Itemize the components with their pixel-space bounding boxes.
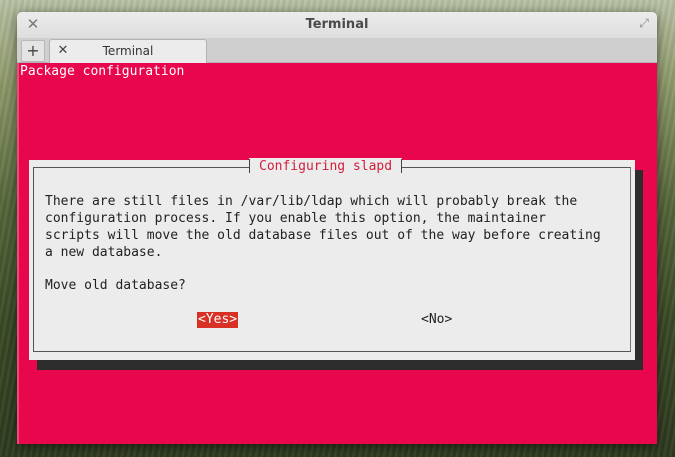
- new-tab-button[interactable]: +: [21, 40, 45, 62]
- maximize-icon[interactable]: ⤢: [637, 16, 651, 30]
- window-title: Terminal: [305, 17, 369, 32]
- terminal-window: ✕ Terminal ⤢ + ✕ Terminal Package config…: [17, 12, 657, 444]
- no-button[interactable]: <No>: [421, 312, 452, 328]
- tab-label: Terminal: [102, 44, 154, 58]
- tab-bar: + ✕ Terminal: [17, 38, 657, 63]
- tab-terminal[interactable]: ✕ Terminal: [49, 39, 207, 63]
- window-titlebar[interactable]: ✕ Terminal ⤢: [17, 12, 657, 38]
- yes-button[interactable]: <Yes>: [197, 312, 239, 328]
- debconf-dialog: Configuring slapd There are still files …: [29, 158, 635, 360]
- dialog-message: There are still files in /var/lib/ldap w…: [45, 194, 601, 260]
- dialog-title: Configuring slapd: [249, 158, 403, 176]
- dialog-question: Move old database?: [45, 278, 186, 293]
- terminal-area[interactable]: Package configuration Configuring slapd …: [17, 63, 657, 444]
- package-configuration-header: Package configuration: [20, 64, 185, 79]
